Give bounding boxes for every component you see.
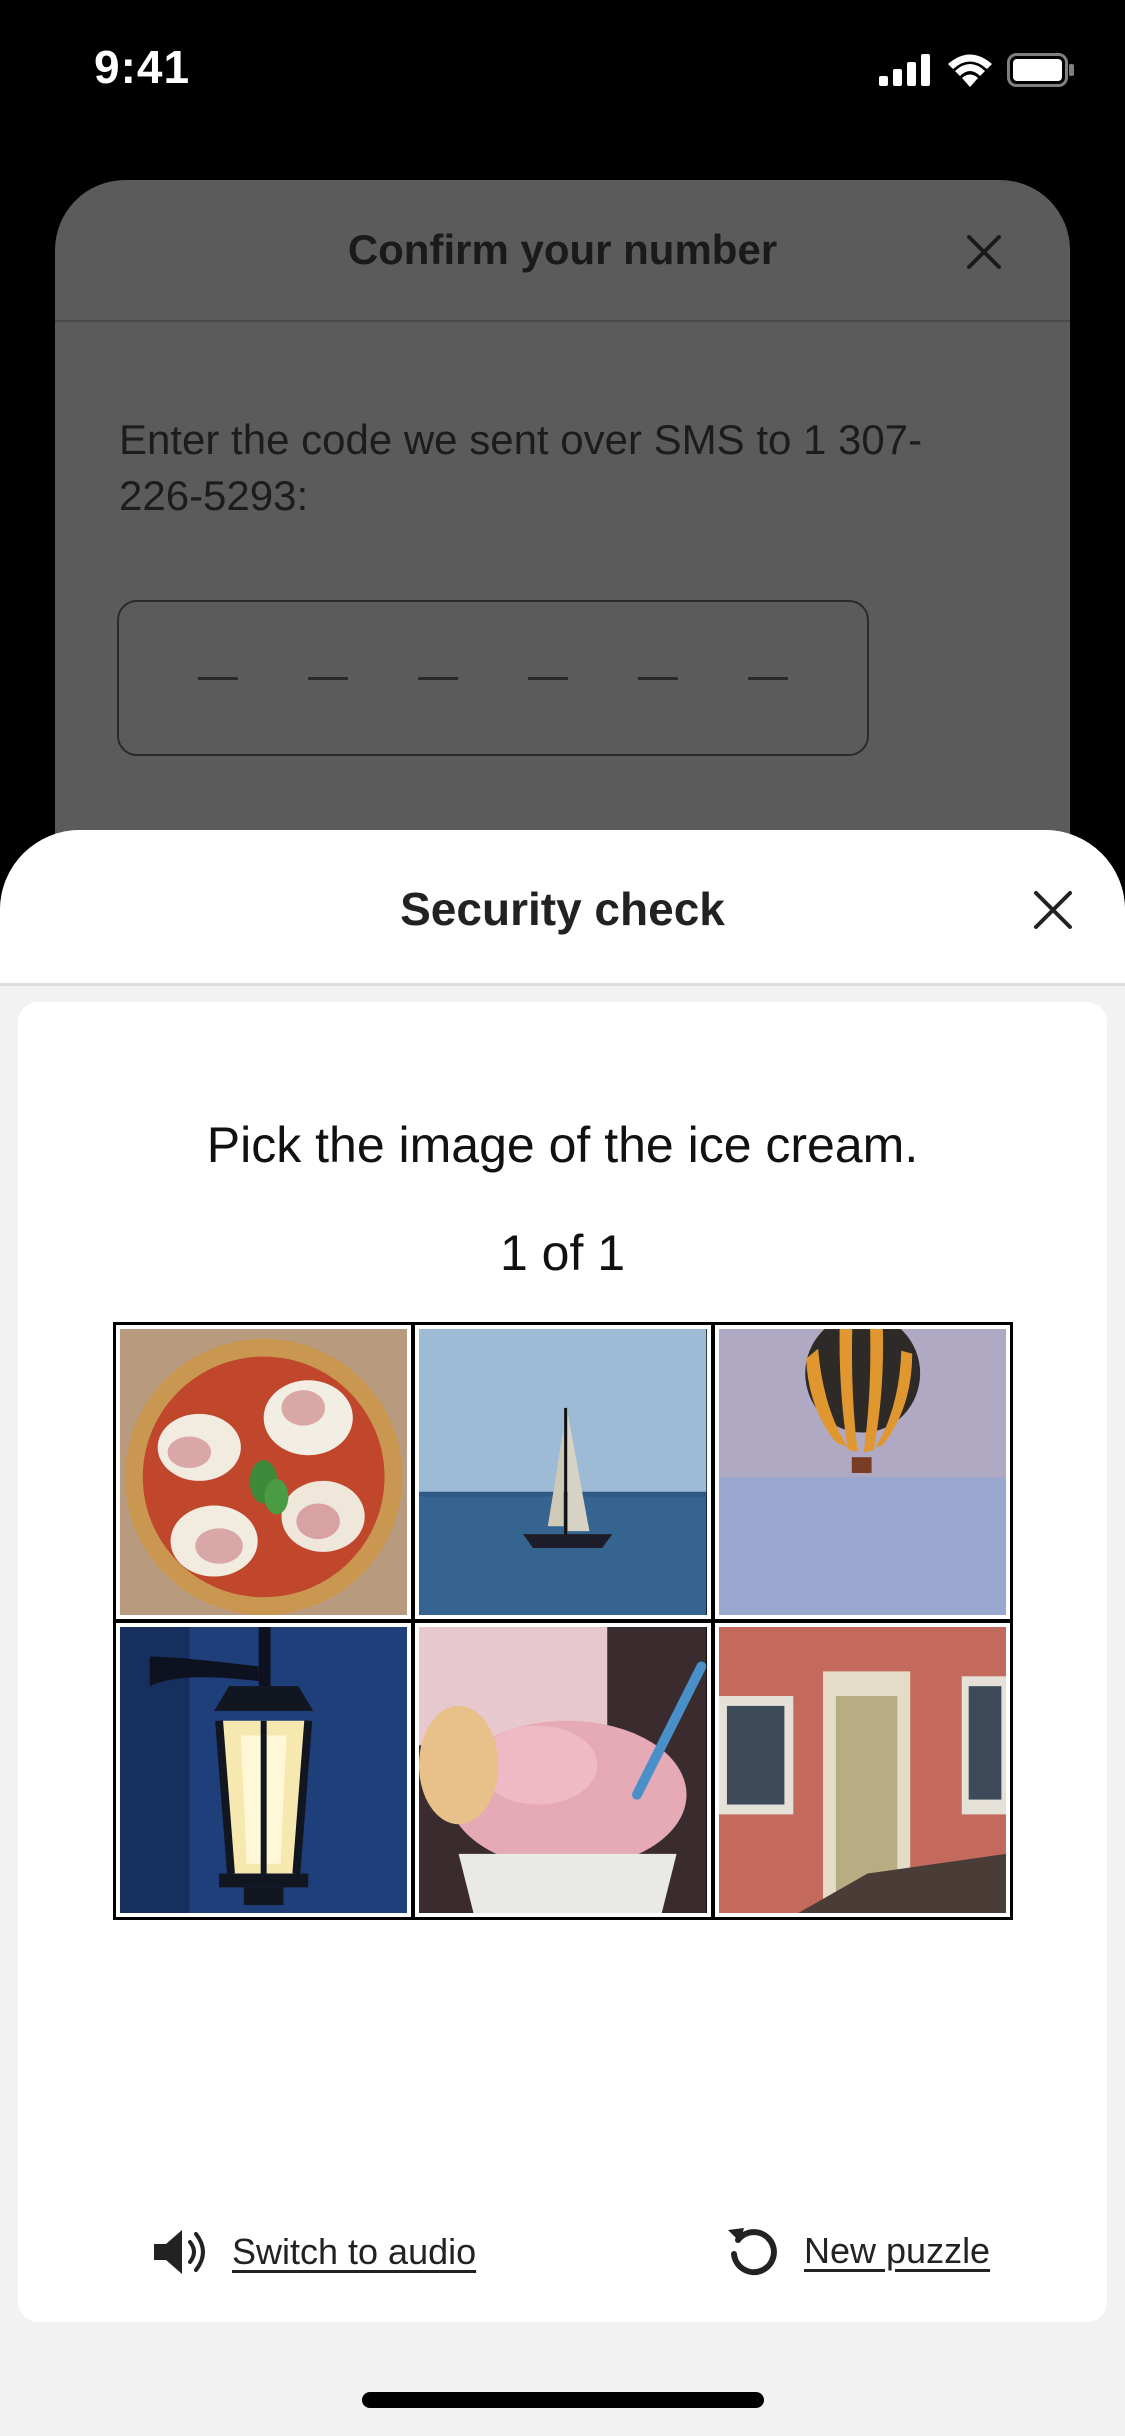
house-door-image bbox=[718, 1627, 1006, 1913]
code-digit-placeholder bbox=[418, 676, 458, 680]
cellular-signal-icon bbox=[879, 54, 930, 86]
confirm-sheet-title: Confirm your number bbox=[347, 226, 778, 273]
wifi-icon bbox=[948, 54, 992, 87]
code-digit-placeholder bbox=[528, 676, 568, 680]
hot-air-balloon-image bbox=[718, 1329, 1006, 1615]
new-puzzle-button[interactable]: New puzzle bbox=[724, 2222, 990, 2280]
captcha-prompt: Pick the image of the ice cream. bbox=[206, 1117, 919, 1173]
captcha-tile-sailboat[interactable] bbox=[415, 1325, 711, 1619]
lantern-image bbox=[120, 1627, 408, 1913]
code-digit-placeholder bbox=[748, 676, 788, 680]
captcha-image-grid bbox=[113, 1322, 1013, 1920]
captcha-tile-balloon[interactable] bbox=[714, 1325, 1010, 1619]
code-digit-placeholder bbox=[198, 676, 238, 680]
home-indicator bbox=[362, 2392, 764, 2408]
verification-code-input[interactable] bbox=[117, 600, 869, 756]
switch-to-audio-label[interactable]: Switch to audio bbox=[232, 2231, 476, 2273]
code-digit-placeholder bbox=[308, 676, 348, 680]
captcha-tile-pizza[interactable] bbox=[116, 1325, 412, 1619]
status-bar: 9:41 bbox=[0, 0, 1125, 140]
captcha-actions: Switch to audio New puzzle bbox=[0, 2222, 1125, 2292]
screen: 9:41 Confirm your number Enter the code … bbox=[0, 0, 1125, 2436]
sailboat-image bbox=[419, 1329, 707, 1615]
security-sheet-title: Security check bbox=[400, 883, 725, 935]
security-sheet-header: Security check bbox=[0, 830, 1125, 986]
confirm-sheet-description: Enter the code we sent over SMS to 1 307… bbox=[119, 416, 923, 519]
pizza-image bbox=[120, 1329, 408, 1615]
confirm-sheet-header: Confirm your number bbox=[55, 180, 1070, 322]
refresh-icon bbox=[728, 2228, 777, 2276]
switch-to-audio-button[interactable]: Switch to audio bbox=[150, 2222, 476, 2282]
captcha-tile-ice-cream[interactable] bbox=[415, 1623, 711, 1917]
close-icon[interactable] bbox=[964, 232, 1004, 272]
captcha-counter: 1 of 1 bbox=[499, 1225, 626, 1281]
speaker-icon bbox=[154, 2230, 205, 2274]
battery-icon bbox=[1007, 53, 1074, 87]
captcha-tile-lantern[interactable] bbox=[116, 1623, 412, 1917]
new-puzzle-label[interactable]: New puzzle bbox=[804, 2230, 990, 2272]
close-icon[interactable] bbox=[1031, 888, 1075, 932]
status-icons bbox=[879, 50, 1075, 90]
code-digit-placeholder bbox=[638, 676, 678, 680]
captcha-tile-house[interactable] bbox=[714, 1623, 1010, 1917]
ice-cream-image bbox=[419, 1627, 707, 1913]
status-time: 9:41 bbox=[94, 41, 191, 93]
